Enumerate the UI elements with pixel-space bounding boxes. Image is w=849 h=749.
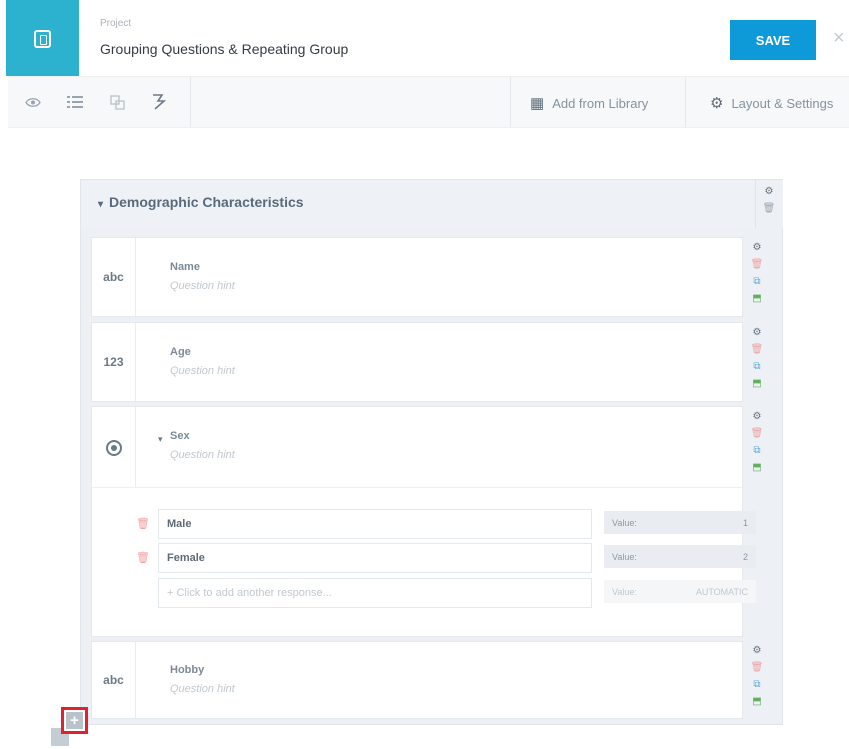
response-row: 🗑 Male Value: 1 (136, 509, 756, 539)
app-header: Project Grouping Questions & Repeating G… (0, 0, 849, 76)
trash-icon[interactable]: 🗑 (750, 342, 764, 357)
add-from-library-label: Add from Library (552, 95, 649, 111)
question-label[interactable]: Age (170, 346, 191, 358)
value-label: Value: (612, 551, 637, 562)
value-automatic: AUTOMATIC (695, 586, 748, 597)
gear-icon[interactable]: ⚙ (750, 240, 764, 255)
question-card-age[interactable]: 123 Age Question hint (91, 322, 743, 402)
question-tools: ⚙ 🗑 ⧉ ⬒ (750, 325, 764, 391)
response-input[interactable]: Male (158, 509, 592, 539)
response-value-auto: Value: AUTOMATIC (604, 580, 756, 603)
number-type-icon: 123 (92, 323, 136, 401)
toolbar: ▦ Add from Library ⚙ Layout & Settings (8, 76, 849, 128)
add-question-to-group-button[interactable]: + (61, 707, 88, 734)
response-options: 🗑 Male Value: 1 🗑 Female Value: 2 + Clic… (91, 487, 756, 637)
group-title[interactable]: ▾ Demographic Characteristics (98, 194, 304, 210)
group-header[interactable]: ▾ Demographic Characteristics (81, 180, 755, 228)
library-icon: ▦ (530, 95, 545, 112)
gear-icon: ⚙ (710, 95, 724, 112)
toolbar-divider (685, 77, 686, 127)
duplicate-icon[interactable]: ⧉ (750, 443, 764, 458)
move-icon[interactable]: ⬒ (750, 376, 764, 391)
response-value[interactable]: Value: 2 (604, 545, 756, 568)
project-label: Project (100, 18, 132, 29)
value-label: Value: (612, 517, 637, 528)
question-label[interactable]: Hobby (170, 664, 204, 676)
delete-response-icon[interactable]: 🗑 (136, 517, 150, 530)
question-tools: ⚙ 🗑 ⧉ ⬒ (750, 240, 764, 306)
duplicate-icon[interactable]: ⧉ (750, 677, 764, 692)
delete-response-icon[interactable]: 🗑 (136, 551, 150, 564)
question-card-hobby[interactable]: abc Hobby Question hint (91, 641, 743, 719)
question-tools: ⚙ 🗑 ⧉ ⬒ (750, 409, 764, 475)
form-logo-icon (34, 30, 51, 48)
move-icon[interactable]: ⬒ (750, 291, 764, 306)
move-icon[interactable]: ⬒ (750, 694, 764, 709)
question-hint[interactable]: Question hint (170, 449, 235, 461)
radio-type-cell (92, 407, 136, 488)
question-card-name[interactable]: abc Name Question hint (91, 237, 743, 317)
question-card-sex[interactable]: ▾ Sex Question hint (91, 406, 743, 488)
response-input[interactable]: Female (158, 543, 592, 573)
question-group: ▾ Demographic Characteristics ⚙ 🗑 abc Nam… (80, 179, 783, 725)
eye-icon[interactable] (22, 91, 44, 113)
trash-icon[interactable]: 🗑 (750, 257, 764, 272)
question-label[interactable]: Name (170, 261, 200, 273)
question-hint[interactable]: Question hint (170, 365, 235, 377)
close-icon[interactable]: × (833, 28, 849, 48)
question-hint[interactable]: Question hint (170, 683, 235, 695)
text-type-icon: abc (92, 642, 136, 718)
duplicate-icon[interactable]: ⧉ (750, 274, 764, 289)
add-response-input[interactable]: + Click to add another response... (158, 578, 592, 608)
gear-icon[interactable]: ⚙ (750, 409, 764, 424)
group-delete-trash-icon[interactable]: 🗑 (762, 201, 776, 216)
question-hint[interactable]: Question hint (170, 280, 235, 292)
chevron-down-icon[interactable]: ▾ (98, 199, 103, 210)
response-value[interactable]: Value: 1 (604, 511, 756, 534)
value-label: Value: (612, 586, 637, 597)
gear-icon[interactable]: ⚙ (750, 325, 764, 340)
group-settings-gear-icon[interactable]: ⚙ (762, 184, 776, 199)
group-tools: ⚙ 🗑 (755, 180, 783, 228)
trash-icon[interactable]: 🗑 (750, 660, 764, 675)
layout-settings-label: Layout & Settings (731, 95, 834, 111)
question-label[interactable]: Sex (170, 430, 190, 442)
trash-icon[interactable]: 🗑 (750, 426, 764, 441)
move-icon[interactable]: ⬒ (750, 460, 764, 475)
project-title[interactable]: Grouping Questions & Repeating Group (100, 41, 348, 57)
chevron-down-icon[interactable]: ▾ (158, 434, 163, 445)
list-icon[interactable] (64, 91, 86, 113)
text-type-icon: abc (92, 238, 136, 316)
logic-icon[interactable] (148, 91, 170, 113)
app-logo[interactable] (6, 0, 79, 76)
question-tools: ⚙ 🗑 ⧉ ⬒ (750, 643, 764, 709)
add-from-library-button[interactable]: ▦ Add from Library (530, 92, 648, 114)
value-number: 1 (742, 517, 748, 528)
copy-icon[interactable] (106, 91, 128, 113)
plus-icon: + (66, 712, 83, 729)
response-row: 🗑 Female Value: 2 (136, 543, 756, 573)
group-title-text: Demographic Characteristics (109, 194, 304, 210)
add-response-row: + Click to add another response... Value… (136, 578, 756, 608)
toolbar-divider (510, 77, 511, 127)
layout-settings-button[interactable]: ⚙ Layout & Settings (710, 92, 833, 114)
gear-icon[interactable]: ⚙ (750, 643, 764, 658)
value-number: 2 (742, 551, 748, 562)
radio-icon (105, 439, 122, 456)
save-button[interactable]: SAVE (730, 20, 816, 60)
duplicate-icon[interactable]: ⧉ (750, 359, 764, 374)
toolbar-divider (190, 77, 191, 127)
